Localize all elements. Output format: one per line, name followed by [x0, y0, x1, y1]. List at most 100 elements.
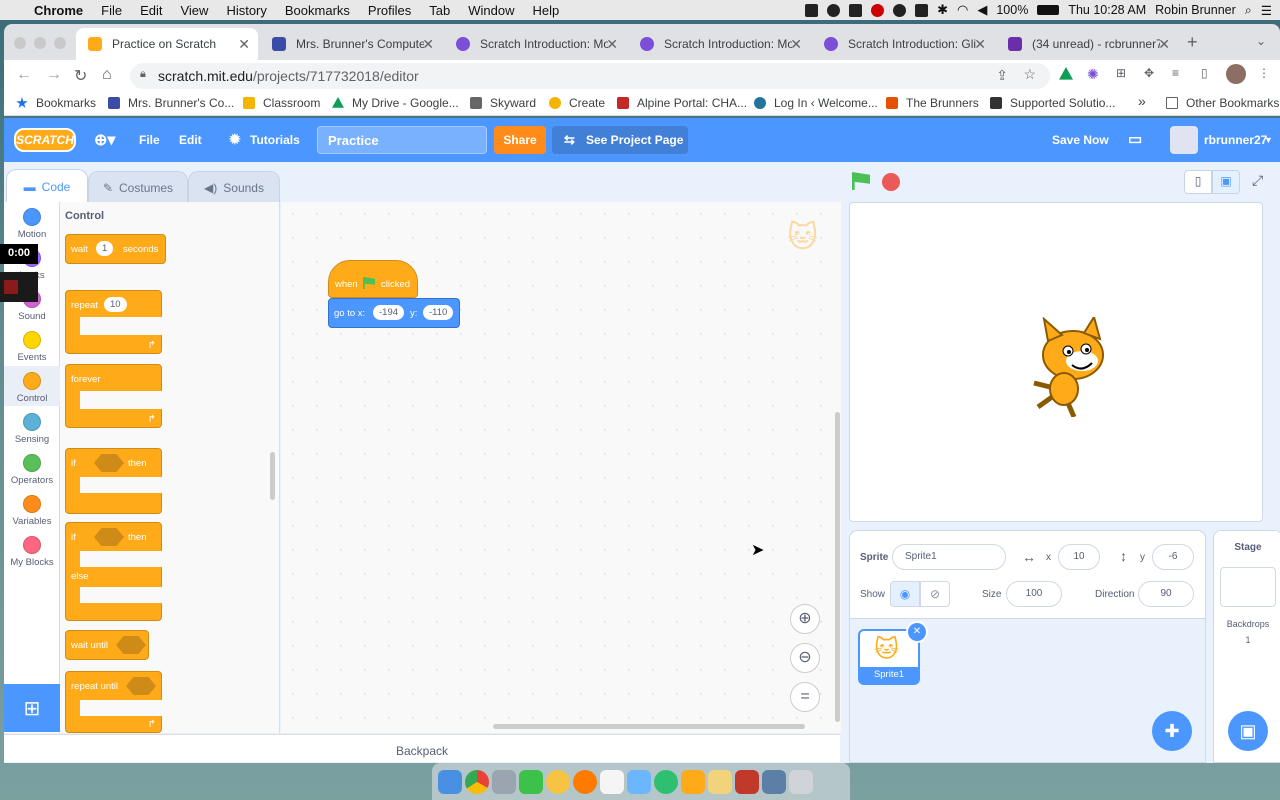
notes-icon[interactable]	[600, 769, 624, 794]
lock-icon[interactable]: 🔒︎	[140, 68, 146, 81]
firefox-icon[interactable]	[573, 769, 597, 794]
menu-file[interactable]: File	[101, 3, 122, 18]
wait-until-block[interactable]: wait until	[65, 630, 149, 660]
share-button[interactable]: Share	[494, 126, 546, 154]
tab-code[interactable]: ▬ Code	[6, 169, 88, 203]
menu-history[interactable]: History	[226, 3, 266, 18]
wait-seconds-block[interactable]: wait 1 seconds	[65, 234, 166, 264]
forward-arrow-icon[interactable]: →	[46, 66, 62, 84]
save-now-button[interactable]: Save Now	[1052, 133, 1109, 147]
bookmark-item[interactable]: Classroom	[243, 96, 320, 110]
gear-status-icon[interactable]	[827, 3, 841, 17]
app-icon[interactable]	[762, 769, 786, 794]
category-operators[interactable]: Operators	[4, 454, 60, 486]
more-bookmarks-icon[interactable]: »	[1138, 93, 1146, 109]
add-sprite-button[interactable]: ✚	[1152, 711, 1192, 751]
bookmark-item[interactable]: Alpine Portal: CHA...	[617, 96, 747, 110]
category-events[interactable]: Events	[4, 331, 60, 363]
tab-sounds[interactable]: ◀) Sounds	[188, 171, 280, 203]
repeat-count-input[interactable]: 10	[104, 297, 127, 312]
chrome-icon[interactable]	[465, 769, 489, 794]
sprite-size-input[interactable]: 100	[1006, 581, 1062, 607]
window-zoom-button[interactable]	[54, 37, 66, 49]
close-tab-icon[interactable]: ✕	[606, 36, 618, 53]
trash-icon[interactable]	[789, 769, 813, 794]
new-tab-icon[interactable]: +	[1187, 32, 1198, 53]
extensions-puzzle-icon[interactable]: ✥	[1144, 66, 1154, 80]
preview-icon[interactable]	[627, 769, 651, 794]
green-flag-icon[interactable]	[852, 172, 870, 190]
scratch-app-icon[interactable]	[681, 769, 705, 794]
zoom-out-button[interactable]: ⊖	[790, 643, 820, 673]
screen-time-icon[interactable]	[654, 769, 678, 794]
backpack[interactable]: Backpack	[4, 734, 840, 762]
zoom-reset-button[interactable]: =	[790, 682, 820, 712]
category-my-blocks[interactable]: My Blocks	[4, 536, 60, 568]
home-icon[interactable]: ⌂	[102, 66, 112, 84]
menu-tab[interactable]: Tab	[429, 3, 450, 18]
bookmark-item[interactable]: Skyward	[470, 96, 536, 110]
stickies-icon[interactable]	[708, 769, 732, 794]
stage-canvas[interactable]	[849, 202, 1263, 522]
when-flag-clicked-block[interactable]: when clicked	[328, 260, 418, 298]
camera-status-icon[interactable]	[805, 3, 819, 17]
user-name[interactable]: Robin Brunner	[1155, 3, 1236, 17]
dropbox-status-icon[interactable]	[849, 3, 863, 17]
side-panel-icon[interactable]: ▯	[1201, 66, 1208, 80]
app-menu[interactable]: Chrome	[34, 3, 83, 18]
bookmark-item[interactable]: Bookmarks	[16, 96, 96, 110]
stage-thumbnail[interactable]	[1220, 567, 1276, 607]
delete-sprite-trash-icon[interactable]: ✕	[906, 621, 928, 643]
bookmark-item[interactable]: The Brunners	[886, 96, 979, 110]
account-username[interactable]: rbrunner27	[1204, 133, 1267, 147]
script-area[interactable]: when clicked go to x: -194 y: -110 🐱︎ ⊕ …	[281, 202, 841, 733]
close-tab-icon[interactable]: ✕	[422, 36, 434, 53]
account-caret-icon[interactable]: ▼	[1264, 135, 1273, 145]
recording-stop-button[interactable]	[0, 272, 38, 302]
repeat-until-block[interactable]: repeat until ↱	[65, 671, 162, 733]
large-stage-icon[interactable]: ▣	[1212, 170, 1240, 194]
small-stage-icon[interactable]: ▯	[1184, 170, 1212, 194]
go-to-xy-block[interactable]: go to x: -194 y: -110	[328, 298, 460, 328]
finder-icon[interactable]	[438, 769, 462, 794]
palette-scrollbar[interactable]	[270, 452, 275, 500]
category-control[interactable]: Control	[4, 366, 60, 406]
category-motion[interactable]: Motion	[4, 208, 60, 240]
if-then-block[interactable]: if then	[65, 448, 162, 514]
project-title-input[interactable]: Practice	[317, 126, 487, 154]
upload-icon[interactable]	[915, 3, 929, 17]
condition-slot[interactable]	[116, 636, 146, 654]
bookmark-item[interactable]: Supported Solutio...	[990, 96, 1115, 110]
other-bookmarks[interactable]: Other Bookmarks	[1166, 96, 1279, 110]
battery-percent[interactable]: 100%	[996, 3, 1028, 17]
reload-icon[interactable]: ↻	[74, 66, 87, 86]
cat-sprite-icon[interactable]	[1028, 317, 1118, 417]
clock[interactable]: Thu 10:28 AM	[1068, 3, 1146, 17]
spotlight-search-icon[interactable]: ⌕	[1245, 3, 1252, 18]
bookmark-item[interactable]: Mrs. Brunner's Co...	[108, 96, 234, 110]
chrome-menu-icon[interactable]: ⋮	[1258, 66, 1270, 80]
control-center-icon[interactable]: ☰	[1261, 3, 1272, 18]
condition-slot[interactable]	[94, 454, 124, 472]
scratch-logo[interactable]: SCRATCH	[14, 128, 76, 152]
browser-tab[interactable]: (34 unread) - rcbrunner7 ✕	[996, 28, 1178, 60]
goto-x-input[interactable]: -194	[373, 305, 405, 320]
my-stuff-folder-icon[interactable]: ▭	[1128, 130, 1142, 148]
sprite-direction-input[interactable]: 90	[1138, 581, 1194, 607]
forever-block[interactable]: forever ↱	[65, 364, 162, 428]
browser-tab[interactable]: Scratch Introduction: Mo ✕	[444, 28, 626, 60]
user-avatar[interactable]	[1170, 126, 1198, 154]
edit-menu[interactable]: Edit	[179, 133, 202, 147]
tutorials-button[interactable]: Tutorials	[250, 133, 300, 147]
horizontal-scrollbar[interactable]	[493, 724, 805, 729]
wait-seconds-input[interactable]: 1	[96, 241, 114, 256]
category-variables[interactable]: Variables	[4, 495, 60, 527]
browser-tab[interactable]: Practice on Scratch ✕	[76, 28, 258, 60]
address-bar[interactable]: 🔒︎ scratch.mit.edu/projects/717732018/ed…	[130, 63, 1050, 89]
browser-tab[interactable]: Mrs. Brunner's Computer ✕	[260, 28, 442, 60]
wifi-icon[interactable]: ◠	[957, 2, 968, 18]
hide-sprite-eye-icon[interactable]: ⊘	[920, 581, 950, 607]
if-then-else-block[interactable]: if then else	[65, 522, 162, 621]
close-tab-icon[interactable]: ✕	[974, 36, 986, 53]
bookmark-item[interactable]: Log In ‹ Welcome...	[754, 96, 878, 110]
